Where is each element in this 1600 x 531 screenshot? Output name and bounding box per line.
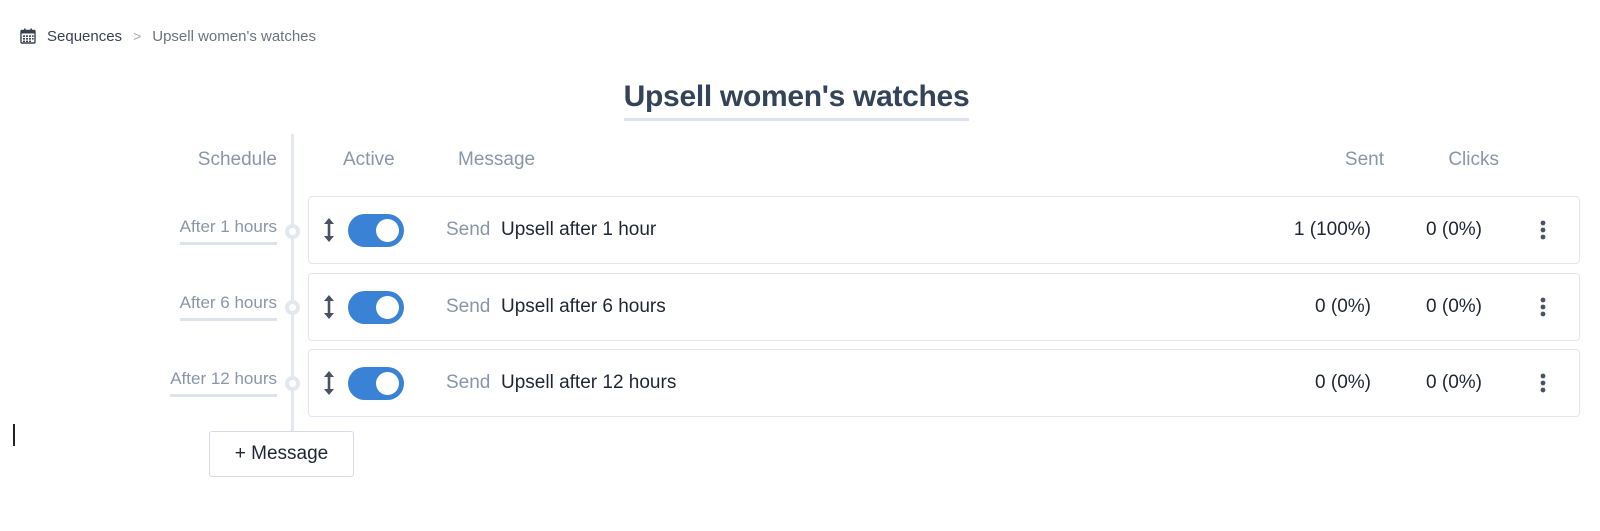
- message-name[interactable]: Upsell after 12 hours: [501, 372, 676, 394]
- sent-count: 0 (0%): [1315, 296, 1371, 317]
- sent-count: 0 (0%): [1315, 372, 1371, 393]
- more-options-icon[interactable]: [1539, 220, 1547, 240]
- message-name[interactable]: Upsell after 6 hours: [501, 296, 666, 318]
- active-toggle[interactable]: [348, 367, 404, 400]
- breadcrumb-separator: >: [133, 28, 142, 44]
- sequence-message-row[interactable]: Send Upsell after 1 hour 1 (100%) 0 (0%): [308, 196, 1580, 264]
- column-header-clicks: Clicks: [1448, 149, 1499, 170]
- add-message-button[interactable]: + Message: [209, 431, 354, 477]
- drag-handle-icon[interactable]: [323, 370, 335, 396]
- drag-handle-icon[interactable]: [323, 294, 335, 320]
- calendar-icon: [20, 28, 36, 44]
- toggle-knob: [376, 372, 399, 395]
- active-toggle[interactable]: [348, 291, 404, 324]
- active-toggle[interactable]: [348, 214, 404, 247]
- more-options-icon[interactable]: [1539, 297, 1547, 317]
- send-label: Send: [446, 296, 491, 317]
- toggle-knob: [376, 219, 399, 242]
- column-header-message: Message: [458, 149, 536, 170]
- send-label: Send: [446, 372, 491, 393]
- send-label: Send: [446, 219, 491, 240]
- sequence-message-row[interactable]: Send Upsell after 6 hours 0 (0%) 0 (0%): [308, 273, 1580, 341]
- message-name[interactable]: Upsell after 1 hour: [501, 219, 656, 241]
- drag-handle-icon[interactable]: [323, 217, 335, 243]
- more-options-icon[interactable]: [1539, 373, 1547, 393]
- schedule-delay[interactable]: After 12 hours: [170, 369, 277, 397]
- schedule-delay[interactable]: After 6 hours: [179, 293, 277, 321]
- clicks-count: 0 (0%): [1426, 219, 1482, 240]
- toggle-knob: [376, 296, 399, 319]
- breadcrumb-current: Upsell women's watches: [152, 27, 317, 45]
- schedule-delay[interactable]: After 1 hours: [179, 217, 277, 245]
- page-title-container: Upsell women's watches: [0, 80, 1593, 121]
- sent-count: 1 (100%): [1293, 219, 1371, 240]
- breadcrumb-sequences-link[interactable]: Sequences: [47, 28, 122, 45]
- clicks-count: 0 (0%): [1426, 372, 1482, 393]
- sequence-message-row[interactable]: Send Upsell after 12 hours 0 (0%) 0 (0%): [308, 349, 1580, 417]
- clicks-count: 0 (0%): [1426, 296, 1482, 317]
- timeline-dot: [285, 300, 300, 315]
- column-header-schedule: Schedule: [197, 149, 277, 170]
- timeline-dot: [285, 376, 300, 391]
- breadcrumb: Sequences > Upsell women's watches: [20, 24, 316, 48]
- column-header-sent: Sent: [1344, 149, 1384, 170]
- column-header-active: Active: [343, 149, 395, 170]
- timeline-dot: [285, 224, 300, 239]
- page-title[interactable]: Upsell women's watches: [623, 80, 970, 121]
- text-cursor: [13, 424, 15, 446]
